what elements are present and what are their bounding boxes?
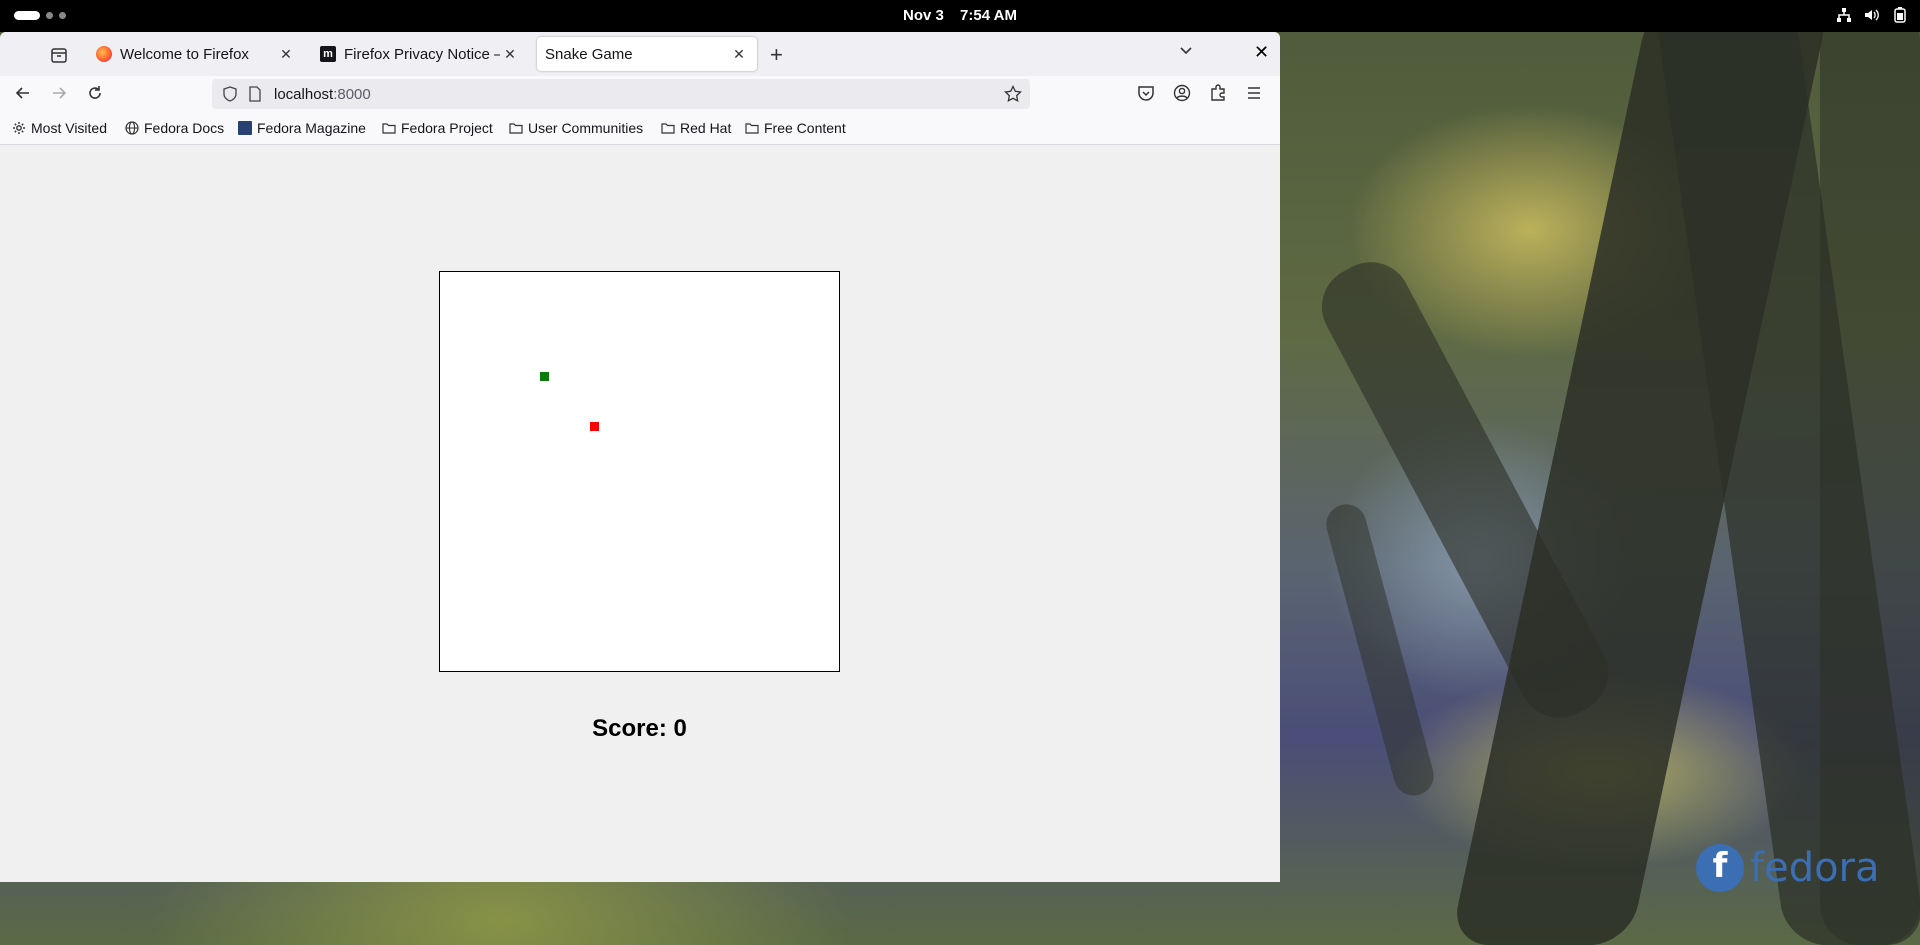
navigation-toolbar: localhost:8000 (0, 76, 1280, 114)
food-pellet (590, 422, 599, 431)
game-canvas[interactable] (439, 271, 840, 672)
tab-snake-game[interactable]: Snake Game ✕ (537, 37, 757, 71)
fedora-magazine-icon (238, 121, 252, 135)
reload-button[interactable] (84, 84, 106, 106)
tracking-protection-shield-icon[interactable] (222, 86, 238, 106)
mozilla-favicon-icon: m (320, 46, 336, 62)
forward-button[interactable] (48, 84, 70, 106)
bookmark-fedora-project[interactable]: Fedora Project (382, 120, 493, 136)
bookmark-label: Red Hat (680, 120, 732, 136)
clock-time: 7:54 AM (960, 7, 1017, 24)
bookmark-user-communities[interactable]: User Communities (509, 120, 643, 136)
bookmark-star-icon[interactable] (1004, 84, 1022, 107)
back-button[interactable] (12, 84, 34, 106)
folder-icon (745, 121, 759, 135)
url-port: :8000 (333, 85, 371, 103)
folder-icon (661, 121, 675, 135)
bookmark-label: User Communities (528, 120, 644, 136)
bookmark-free-content[interactable]: Free Content (745, 120, 846, 136)
close-tab-icon[interactable]: ✕ (500, 46, 520, 63)
clock-date: Nov 3 (903, 7, 944, 24)
app-menu-icon[interactable] (1243, 84, 1265, 106)
window-close-button[interactable]: ✕ (1254, 42, 1269, 63)
bookmark-label: Fedora Magazine (257, 120, 366, 136)
tab-bar: Welcome to Firefox ✕ m Firefox Privacy N… (0, 32, 1280, 76)
account-icon[interactable] (1171, 84, 1193, 106)
fedora-logo-icon: f (1696, 844, 1744, 892)
fedora-logo: f fedora (1696, 844, 1880, 892)
page-info-icon[interactable] (248, 86, 262, 106)
close-tab-icon[interactable]: ✕ (276, 46, 296, 63)
bookmark-label: Fedora Project (401, 120, 493, 136)
firefox-view-button[interactable] (48, 44, 70, 66)
firefox-window: Welcome to Firefox ✕ m Firefox Privacy N… (0, 32, 1280, 882)
gear-icon (12, 121, 26, 135)
bookmark-most-visited[interactable]: Most Visited (12, 120, 107, 136)
folder-icon (509, 121, 523, 135)
volume-icon (1864, 7, 1880, 23)
bookmark-fedora-docs[interactable]: Fedora Docs (125, 120, 224, 136)
bookmark-fedora-magazine[interactable]: Fedora Magazine (238, 120, 366, 136)
system-tray[interactable] (1836, 7, 1908, 23)
firefox-favicon-icon (96, 46, 112, 62)
system-top-bar: Nov 3 7:54 AM (0, 0, 1920, 32)
network-icon (1836, 7, 1852, 23)
bookmark-red-hat[interactable]: Red Hat (661, 120, 731, 136)
bookmarks-toolbar: Most Visited Fedora Docs Fedora Magazine… (0, 114, 1280, 145)
toolbar-right-buttons (1135, 84, 1265, 106)
tab-welcome[interactable]: Welcome to Firefox ✕ (86, 37, 304, 71)
tab-title: Snake Game (545, 45, 633, 63)
clock[interactable]: Nov 3 7:54 AM (0, 7, 1920, 24)
folder-icon (382, 121, 396, 135)
pocket-icon[interactable] (1135, 84, 1157, 106)
bookmark-label: Fedora Docs (144, 120, 225, 136)
score-display: Score: 0 (592, 715, 687, 742)
snake-segment (540, 372, 549, 381)
page-content: Score: 0 (0, 145, 1280, 882)
list-all-tabs-button[interactable] (1178, 42, 1194, 63)
tab-title: Firefox Privacy Notice — M (344, 45, 500, 63)
tab-title: Welcome to Firefox (120, 45, 249, 63)
bookmark-label: Most Visited (31, 120, 107, 136)
url-bar[interactable]: localhost:8000 (212, 79, 1030, 109)
globe-icon (125, 121, 139, 135)
url-host: localhost (274, 85, 334, 103)
extensions-icon[interactable] (1207, 84, 1229, 106)
bookmark-label: Free Content (764, 120, 846, 136)
close-tab-icon[interactable]: ✕ (729, 46, 749, 63)
tab-privacy-notice[interactable]: m Firefox Privacy Notice — M ✕ (310, 37, 528, 71)
new-tab-button[interactable]: + (770, 42, 783, 68)
fedora-logo-text: fedora (1750, 845, 1880, 891)
battery-icon (1892, 7, 1908, 23)
